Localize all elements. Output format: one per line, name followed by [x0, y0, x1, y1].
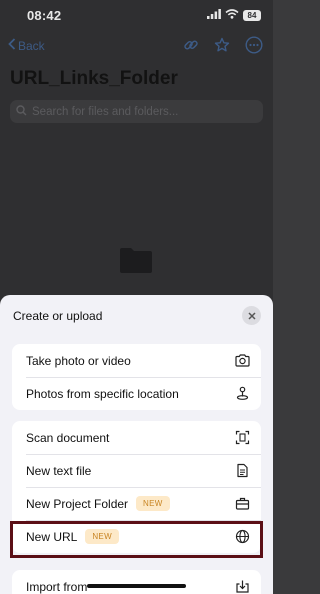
status-time: 08:42: [27, 8, 62, 23]
import-from-option[interactable]: Import from: [12, 570, 261, 594]
option-label: Photos from specific location: [26, 386, 179, 401]
option-label: Take photo or video: [26, 353, 131, 368]
new-text-file-option[interactable]: New text file: [12, 454, 261, 487]
scan-document-option[interactable]: Scan document: [12, 421, 261, 454]
sheet-header: Create or upload: [0, 295, 273, 337]
nav-bar: Back: [0, 32, 273, 60]
sheet-title: Create or upload: [13, 309, 103, 323]
import-icon: [235, 579, 250, 594]
create-options-group: Scan document New text file New Project …: [12, 421, 261, 553]
scan-document-icon: [235, 430, 250, 445]
status-bar: 08:42 84: [0, 0, 273, 30]
search-input[interactable]: Search for files and folders...: [10, 100, 263, 123]
option-label: New Project Folder: [26, 496, 129, 511]
close-icon: [247, 307, 256, 325]
import-options-group: Import from: [12, 570, 261, 594]
new-project-folder-option[interactable]: New Project Folder NEW: [12, 487, 261, 520]
text-file-icon: [235, 463, 250, 478]
new-url-option[interactable]: New URL NEW: [12, 520, 261, 553]
chevron-left-icon: [8, 38, 16, 53]
more-options-icon[interactable]: [245, 36, 263, 54]
create-upload-sheet: Create or upload Take photo or video Pho…: [0, 295, 273, 594]
close-button[interactable]: [242, 306, 261, 325]
page-title: URL_Links_Folder: [10, 68, 178, 89]
battery-icon: 84: [243, 9, 261, 21]
back-label: Back: [18, 38, 45, 53]
star-icon[interactable]: [214, 37, 230, 53]
option-label: New text file: [26, 463, 92, 478]
option-label: New URL: [26, 529, 78, 544]
search-placeholder: Search for files and folders...: [32, 105, 179, 118]
cellular-signal-icon: [207, 6, 221, 24]
option-label: Scan document: [26, 430, 110, 445]
wifi-icon: [225, 6, 239, 24]
search-icon: [16, 104, 27, 119]
take-photo-or-video-option[interactable]: Take photo or video: [12, 344, 261, 377]
empty-folder-icon: [119, 246, 153, 279]
link-icon[interactable]: [183, 37, 199, 53]
back-button[interactable]: Back: [8, 38, 45, 53]
camera-icon: [235, 353, 250, 368]
photos-from-location-option[interactable]: Photos from specific location: [12, 377, 261, 410]
status-icons: 84: [207, 9, 261, 21]
option-label: Import from: [26, 579, 88, 594]
capture-options-group: Take photo or video Photos from specific…: [12, 344, 261, 410]
new-badge: NEW: [85, 529, 119, 544]
home-indicator: [87, 584, 186, 588]
location-pin-icon: [235, 386, 250, 401]
briefcase-icon: [235, 496, 250, 511]
nav-actions: [183, 36, 263, 54]
new-badge: NEW: [136, 496, 170, 511]
globe-icon: [235, 529, 250, 544]
